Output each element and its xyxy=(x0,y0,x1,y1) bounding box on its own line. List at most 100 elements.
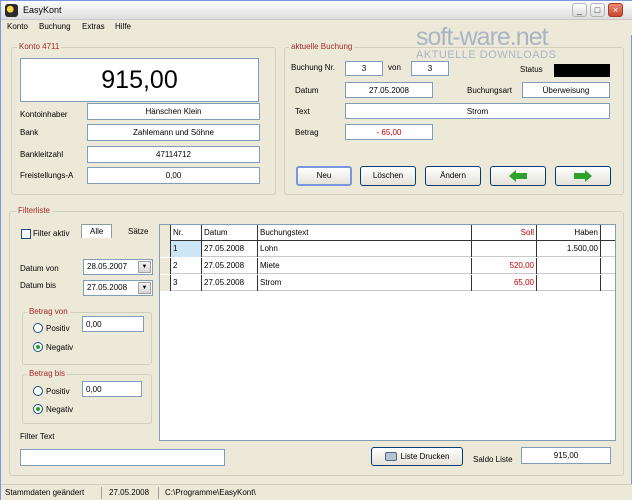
filter-title: Filterliste xyxy=(16,206,53,215)
freistellung-field[interactable]: 0,00 xyxy=(87,167,260,184)
cell-nr[interactable]: 1 xyxy=(171,241,202,257)
app-window: EasyKont _ □ × Konto Buchung Extras Hilf… xyxy=(0,0,632,500)
datum-von-combo[interactable]: 28.05.2007 ▼ xyxy=(83,259,153,275)
cell-haben[interactable]: 1.500,00 xyxy=(537,241,601,257)
cell-datum[interactable]: 27.05.2008 xyxy=(202,241,258,257)
datum-von-label: Datum von xyxy=(20,264,59,273)
row-indicator-header xyxy=(160,225,171,241)
datum-bis-combo[interactable]: 27.05.2008 ▼ xyxy=(83,280,153,296)
table-row[interactable]: 1 27.05.2008 Lohn 1.500,00 xyxy=(160,241,615,257)
betrag-von-negativ-label: Negativ xyxy=(46,343,74,352)
menu-extras[interactable]: Extras xyxy=(82,22,105,31)
aendern-button[interactable]: Ändern xyxy=(425,166,481,186)
buchungsart-label: Buchungsart xyxy=(467,86,512,95)
bankleitzahl-field[interactable]: 47114712 xyxy=(87,146,260,163)
cell-nr[interactable]: 2 xyxy=(171,258,202,274)
buchung-nr-field[interactable]: 3 xyxy=(345,61,383,76)
col-header-nr[interactable]: Nr. xyxy=(171,225,202,241)
betrag-bis-negativ-radio[interactable] xyxy=(33,404,43,414)
arrow-left-icon xyxy=(509,170,527,182)
cell-haben[interactable] xyxy=(537,258,601,274)
buchungsart-field[interactable]: Überweisung xyxy=(522,82,610,98)
table-row[interactable]: 3 27.05.2008 Strom 65,00 xyxy=(160,275,615,291)
betrag-von-negativ-radio[interactable] xyxy=(33,342,43,352)
betrag-von-title: Betrag von xyxy=(27,307,70,316)
status-path: C:\Programme\EasyKont\ xyxy=(165,488,256,497)
betrag-bis-negativ-label: Negativ xyxy=(46,405,74,414)
bookings-table[interactable]: Nr. Datum Buchungstext Soll Haben 1 27.0… xyxy=(159,224,616,441)
betrag-bis-positiv-label: Positiv xyxy=(46,387,70,396)
cell-text[interactable]: Lohn xyxy=(258,241,472,257)
minimize-button[interactable]: _ xyxy=(572,3,587,17)
betrag-von-field[interactable]: 0,00 xyxy=(82,316,144,332)
betrag-bis-title: Betrag bis xyxy=(27,369,68,378)
filter-text-label: Filter Text xyxy=(20,432,55,441)
menu-buchung[interactable]: Buchung xyxy=(39,22,71,31)
datum-field[interactable]: 27.05.2008 xyxy=(345,82,433,98)
betrag-bis-positiv-radio[interactable] xyxy=(33,386,43,396)
status-divider xyxy=(101,487,102,499)
text-field[interactable]: Strom xyxy=(345,103,610,119)
datum-von-value: 28.05.2007 xyxy=(87,262,128,271)
neu-button[interactable]: Neu xyxy=(296,166,352,186)
tab-saetze[interactable]: Sätze xyxy=(128,227,148,236)
status-divider xyxy=(158,487,159,499)
table-row[interactable]: 2 27.05.2008 Miete 520,00 xyxy=(160,258,615,274)
bank-field[interactable]: Zahlemann und Söhne xyxy=(87,124,260,141)
close-button[interactable]: × xyxy=(608,3,623,17)
row-indicator xyxy=(160,241,171,257)
chevron-down-icon[interactable]: ▼ xyxy=(138,282,151,294)
betrag-label: Betrag xyxy=(295,128,319,137)
col-header-soll[interactable]: Soll xyxy=(472,225,537,241)
datum-label: Datum xyxy=(295,86,319,95)
status-message: Stammdaten geändert xyxy=(5,488,85,497)
next-button[interactable] xyxy=(555,166,611,186)
betrag-von-positiv-label: Positiv xyxy=(46,324,70,333)
arrow-right-icon xyxy=(574,170,592,182)
betrag-von-positiv-radio[interactable] xyxy=(33,323,43,333)
menu-hilfe[interactable]: Hilfe xyxy=(115,22,131,31)
cell-haben[interactable] xyxy=(537,275,601,291)
freistellung-label: Freistellungs-A xyxy=(20,171,74,180)
loeschen-button[interactable]: Löschen xyxy=(360,166,416,186)
print-button-label: Liste Drucken xyxy=(400,452,450,461)
row-indicator xyxy=(160,258,171,274)
cell-text[interactable]: Miete xyxy=(258,258,472,274)
maximize-button[interactable]: □ xyxy=(590,3,605,17)
tab-alle[interactable]: Alle xyxy=(81,224,113,238)
table-header: Nr. Datum Buchungstext Soll Haben xyxy=(160,225,615,241)
filter-text-input[interactable] xyxy=(20,449,225,466)
app-logo-icon xyxy=(5,4,18,17)
betrag-bis-field[interactable]: 0,00 xyxy=(82,381,142,397)
status-date: 27.05.2008 xyxy=(109,488,150,497)
col-header-buchungstext[interactable]: Buchungstext xyxy=(258,225,472,241)
print-list-button[interactable]: Liste Drucken xyxy=(371,447,463,466)
datum-bis-value: 27.05.2008 xyxy=(87,283,128,292)
status-label: Status xyxy=(520,65,543,74)
cell-datum[interactable]: 27.05.2008 xyxy=(202,258,258,274)
kontoinhaber-field[interactable]: Hänschen Klein xyxy=(87,103,260,120)
bank-label: Bank xyxy=(20,128,39,137)
cell-soll[interactable] xyxy=(472,241,537,257)
von-label: von xyxy=(388,63,401,72)
filter-aktiv-checkbox[interactable] xyxy=(21,229,31,239)
cell-soll[interactable]: 520,00 xyxy=(472,258,537,274)
previous-button[interactable] xyxy=(490,166,546,186)
cell-soll[interactable]: 65,00 xyxy=(472,275,537,291)
col-header-haben[interactable]: Haben xyxy=(537,225,601,241)
kontoinhaber-label: Kontoinhaber xyxy=(20,110,68,119)
cell-nr[interactable]: 3 xyxy=(171,275,202,291)
balance-display: 915,00 xyxy=(20,58,259,102)
cell-text[interactable]: Strom xyxy=(258,275,472,291)
bankleitzahl-label: Bankleitzahl xyxy=(20,150,64,159)
col-header-datum[interactable]: Datum xyxy=(202,225,258,241)
chevron-down-icon[interactable]: ▼ xyxy=(138,261,151,273)
printer-icon xyxy=(384,452,397,462)
menu-konto[interactable]: Konto xyxy=(7,22,28,31)
betrag-field[interactable]: - 65,00 xyxy=(345,124,433,140)
status-bar: Stammdaten geändert 27.05.2008 C:\Progra… xyxy=(1,484,632,500)
von-field[interactable]: 3 xyxy=(411,61,449,76)
cell-datum[interactable]: 27.05.2008 xyxy=(202,275,258,291)
window-title: EasyKont xyxy=(23,5,62,15)
konto-title: Konto 4711 xyxy=(17,42,62,51)
